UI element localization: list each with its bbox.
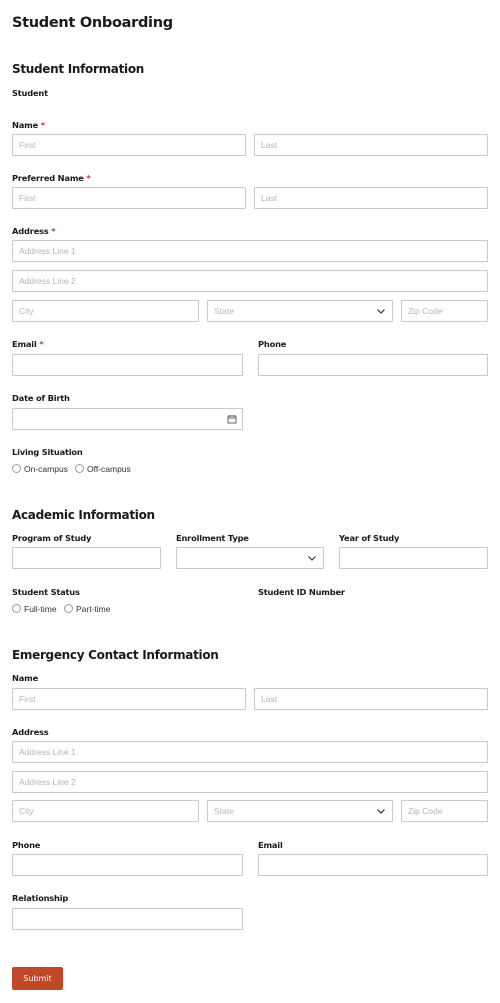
name-label-text: Name	[12, 120, 39, 130]
emergency-address-label: Address	[12, 727, 49, 737]
emergency-name-label: Name	[12, 673, 39, 683]
address-label-text: Address	[12, 226, 49, 236]
emergency-email-label: Email	[258, 840, 283, 850]
submit-button[interactable]: Submit	[12, 967, 63, 990]
email-label-text: Email	[12, 339, 37, 349]
required-marker: *	[40, 120, 45, 130]
academic-info-heading: Academic Information	[12, 508, 155, 522]
required-marker: *	[86, 173, 91, 183]
required-marker: *	[51, 226, 56, 236]
email-input[interactable]	[12, 354, 243, 376]
chevron-down-icon	[377, 809, 385, 814]
emergency-info-heading: Emergency Contact Information	[12, 648, 219, 662]
emergency-first-input[interactable]	[12, 688, 246, 710]
email-label: Email *	[12, 339, 44, 349]
emergency-address-line1-input[interactable]	[12, 741, 488, 763]
radio-label: Full-time	[24, 603, 57, 614]
radio-label: On-campus	[24, 463, 68, 474]
name-first-input[interactable]	[12, 134, 246, 156]
chevron-down-icon	[308, 556, 316, 561]
preferred-name-label: Preferred Name *	[12, 173, 91, 183]
address-line1-input[interactable]	[12, 240, 488, 262]
program-input[interactable]	[12, 547, 161, 569]
state-select-value: State	[214, 806, 234, 816]
name-last-input[interactable]	[254, 134, 488, 156]
status-fulltime-option[interactable]: Full-time	[12, 600, 57, 618]
student-status-label: Student Status	[12, 587, 80, 597]
student-info-heading: Student Information	[12, 62, 145, 76]
year-label: Year of Study	[339, 533, 400, 543]
zip-input[interactable]	[401, 300, 488, 322]
emergency-zip-input[interactable]	[401, 800, 488, 822]
phone-input[interactable]	[258, 354, 488, 376]
relationship-input[interactable]	[12, 908, 243, 930]
emergency-last-input[interactable]	[254, 688, 488, 710]
address-line2-input[interactable]	[12, 270, 488, 292]
preferred-last-input[interactable]	[254, 187, 488, 209]
year-input[interactable]	[339, 547, 488, 569]
address-label: Address *	[12, 226, 56, 236]
program-label: Program of Study	[12, 533, 92, 543]
living-oncampus-option[interactable]: On-campus	[12, 460, 68, 478]
dob-input[interactable]	[12, 408, 243, 430]
emergency-state-select[interactable]: State	[207, 800, 393, 822]
preferred-name-label-text: Preferred Name	[12, 173, 84, 183]
name-label: Name *	[12, 120, 45, 130]
state-select-value: State	[214, 306, 234, 316]
emergency-phone-input[interactable]	[12, 854, 243, 876]
emergency-address-line2-input[interactable]	[12, 771, 488, 793]
state-select[interactable]: State	[207, 300, 393, 322]
radio-icon[interactable]	[12, 464, 21, 474]
relationship-label: Relationship	[12, 893, 69, 903]
living-situation-label: Living Situation	[12, 447, 83, 457]
preferred-first-input[interactable]	[12, 187, 246, 209]
status-parttime-option[interactable]: Part-time	[64, 600, 110, 618]
radio-label: Part-time	[76, 603, 111, 614]
calendar-icon[interactable]	[227, 414, 237, 424]
radio-icon[interactable]	[64, 604, 73, 614]
student-subheading: Student	[12, 88, 48, 98]
living-offcampus-option[interactable]: Off-campus	[75, 460, 131, 478]
emergency-email-input[interactable]	[258, 854, 488, 876]
page-title: Student Onboarding	[12, 15, 173, 31]
emergency-phone-label: Phone	[12, 840, 41, 850]
chevron-down-icon	[377, 309, 385, 314]
radio-icon[interactable]	[75, 464, 84, 474]
emergency-city-input[interactable]	[12, 800, 199, 822]
dob-label: Date of Birth	[12, 393, 70, 403]
city-input[interactable]	[12, 300, 199, 322]
radio-label: Off-campus	[87, 463, 131, 474]
required-marker: *	[39, 339, 44, 349]
radio-icon[interactable]	[12, 604, 21, 614]
phone-label: Phone	[258, 339, 287, 349]
enrollment-select[interactable]	[176, 547, 324, 569]
student-id-label: Student ID Number	[258, 587, 345, 597]
enrollment-label: Enrollment Type	[176, 533, 249, 543]
